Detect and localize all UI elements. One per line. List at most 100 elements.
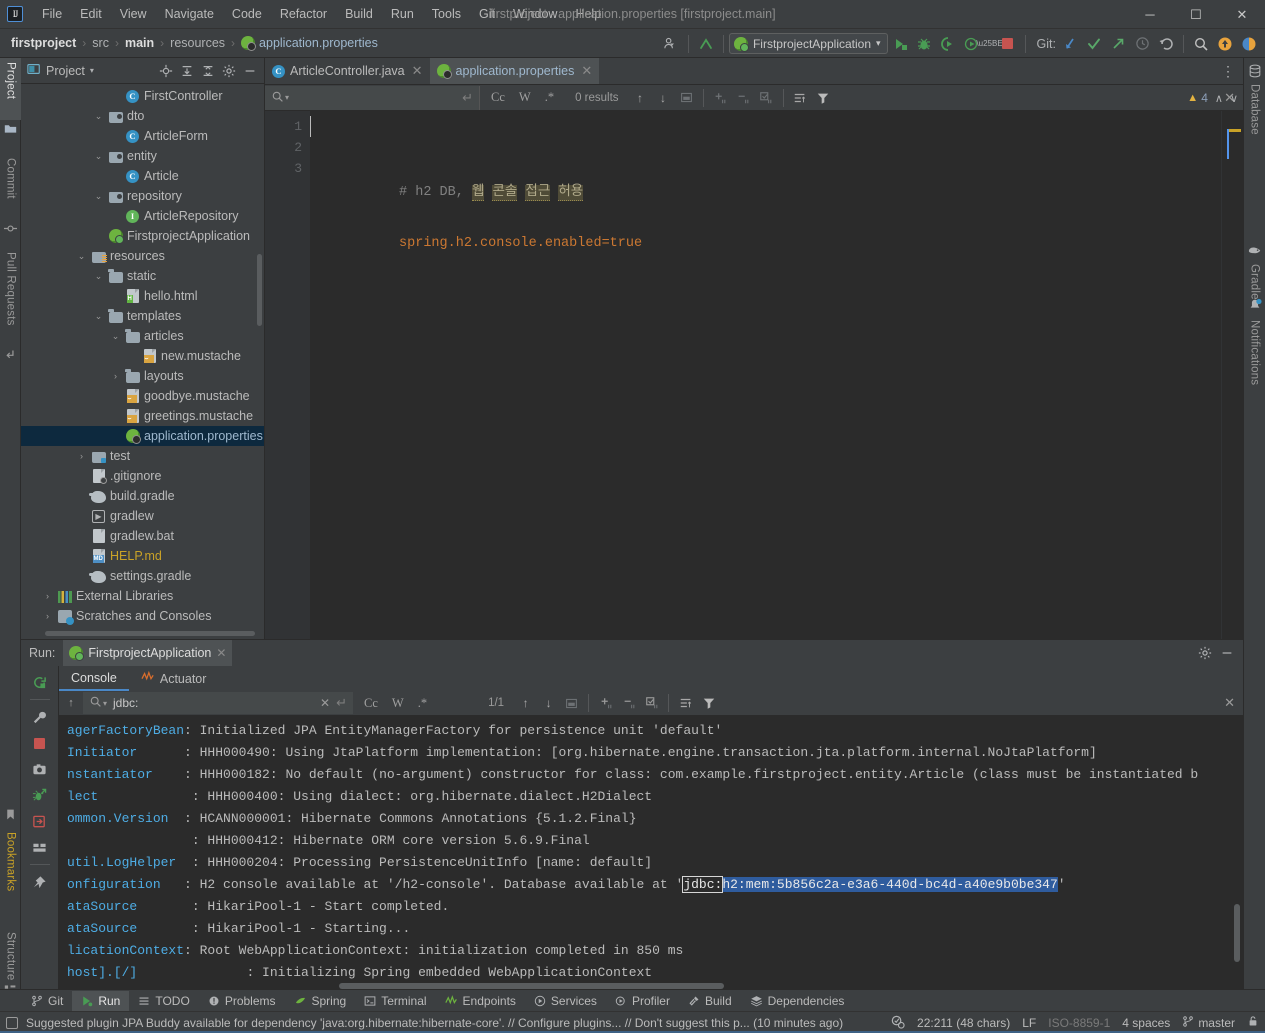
match-case-toggle[interactable]: Cc [357, 694, 385, 713]
breadcrumb-src[interactable]: src [87, 34, 114, 52]
tab-close-icon[interactable]: ✕ [412, 63, 423, 79]
chevron-down-icon[interactable]: ⌄ [76, 251, 87, 262]
run-configuration-selector[interactable]: FirstprojectApplication ▾ [728, 33, 888, 54]
sidebar-item-project[interactable]: Project [0, 58, 21, 120]
expand-all-icon[interactable] [177, 61, 197, 81]
tab-article-controller[interactable]: C ArticleController.java ✕ [265, 58, 430, 84]
profiler-dropdown-icon[interactable]: \u25BE [976, 32, 1002, 56]
inspection-next-icon[interactable]: ∨ [1226, 92, 1238, 105]
whole-words-toggle[interactable]: W [512, 88, 538, 107]
tab-actuator[interactable]: Actuator [129, 666, 219, 691]
tree-item-test[interactable]: › test [21, 446, 264, 466]
remove-occurrence-icon[interactable] [617, 692, 640, 714]
bottom-tab-endpoints[interactable]: Endpoints [436, 991, 525, 1011]
sidebar-item-pull-requests[interactable]: Pull Requests [0, 248, 21, 346]
code-editor[interactable]: 1 2 3 # h2 DB, 웹 콘솔 접근 허용 spring.h2.cons… [265, 91, 1243, 639]
menu-window[interactable]: Window [504, 3, 566, 25]
ide-update-icon[interactable] [1213, 32, 1237, 56]
chevron-down-icon[interactable]: ▾ [90, 66, 94, 75]
tree-item-static[interactable]: ⌄ static [21, 266, 264, 286]
run-tab-firstproject-application[interactable]: FirstprojectApplication ✕ [63, 640, 233, 666]
add-occurrence-icon[interactable] [594, 692, 617, 714]
regex-toggle[interactable]: .* [538, 88, 561, 107]
breadcrumb-main[interactable]: main [120, 34, 159, 52]
menu-refactor[interactable]: Refactor [271, 3, 336, 25]
status-message[interactable]: Suggested plugin JPA Buddy available for… [26, 1016, 843, 1030]
git-commit-icon[interactable] [1082, 32, 1106, 56]
more-options-icon[interactable]: ⋮ [1219, 64, 1237, 78]
thread-dump-icon[interactable] [27, 783, 53, 807]
git-update-icon[interactable] [1058, 32, 1082, 56]
minimize-button[interactable]: ─ [1127, 0, 1173, 29]
menu-edit[interactable]: Edit [71, 3, 111, 25]
git-push-icon[interactable] [1106, 32, 1130, 56]
tree-item-gitignore[interactable]: .gitignore [21, 466, 264, 486]
bottom-tab-todo[interactable]: TODO [129, 991, 198, 1011]
add-occurrence-icon[interactable] [709, 87, 732, 109]
chevron-right-icon[interactable]: › [42, 611, 53, 621]
bottom-tab-git[interactable]: Git [22, 991, 72, 1011]
regex-toggle[interactable]: .* [411, 694, 434, 713]
tree-item-article[interactable]: C Article [21, 166, 264, 186]
chevron-down-icon[interactable]: ▾ [285, 93, 289, 102]
bottom-tab-terminal[interactable]: Terminal [355, 991, 435, 1011]
find-next-button[interactable]: ↓ [652, 87, 675, 109]
bottom-tab-profiler[interactable]: Profiler [606, 991, 679, 1011]
breadcrumb-application-properties[interactable]: application.properties [236, 34, 383, 52]
tab-close-icon[interactable]: ✕ [581, 63, 592, 79]
rollback-icon[interactable] [1154, 32, 1178, 56]
locate-icon[interactable] [156, 61, 176, 81]
maximize-button[interactable]: ☐ [1173, 0, 1219, 29]
bottom-tab-build[interactable]: Build [679, 991, 741, 1011]
sidebar-item-notifications[interactable]: Notifications [1244, 316, 1265, 408]
close-button[interactable]: ✕ [1219, 0, 1265, 29]
screenshot-icon[interactable] [27, 757, 53, 781]
menu-file[interactable]: File [33, 3, 71, 25]
build-arrow-icon[interactable] [694, 32, 718, 56]
reset-search-icon[interactable]: ↵ [336, 695, 347, 711]
tree-item-firstcontroller[interactable]: C FirstController [21, 86, 264, 106]
tree-item-goodbye-mustache[interactable]: ⌣ goodbye.mustache [21, 386, 264, 406]
chevron-down-icon[interactable]: ⌄ [93, 271, 104, 282]
tree-item-entity[interactable]: ⌄ entity [21, 146, 264, 166]
chevron-down-icon[interactable]: ⌄ [93, 311, 104, 322]
tree-item-build-gradle[interactable]: build.gradle [21, 486, 264, 506]
menu-git[interactable]: Git [470, 3, 504, 25]
bottom-tab-services[interactable]: Services [525, 991, 606, 1011]
sidebar-item-database[interactable]: Database [1244, 80, 1265, 152]
console-find-previous-button[interactable]: ↑ [514, 692, 537, 714]
git-branch-widget[interactable]: master [1182, 1015, 1235, 1031]
debug-icon[interactable] [912, 32, 936, 56]
clear-search-icon[interactable]: ✕ [320, 696, 330, 710]
account-icon[interactable] [1237, 32, 1261, 56]
sidebar-item-bookmarks[interactable]: Bookmarks [0, 828, 21, 918]
tree-item-articleform[interactable]: C ArticleForm [21, 126, 264, 146]
menu-tools[interactable]: Tools [423, 3, 470, 25]
remove-occurrence-icon[interactable] [732, 87, 755, 109]
user-settings-icon[interactable] [659, 32, 683, 56]
inspection-prev-icon[interactable]: ∧ [1211, 92, 1223, 105]
console-find-next-button[interactable]: ↓ [537, 692, 560, 714]
indent-setting[interactable]: 4 spaces [1122, 1016, 1170, 1030]
tree-item-dto[interactable]: ⌄ dto [21, 106, 264, 126]
read-only-lock-icon[interactable] [1247, 1014, 1259, 1031]
bottom-tab-problems[interactable]: Problems [199, 991, 285, 1011]
chevron-right-icon[interactable]: › [42, 591, 53, 601]
console-select-all-button[interactable] [560, 692, 583, 714]
tree-item-firstprojectapplication[interactable]: FirstprojectApplication [21, 226, 264, 246]
select-all-occurrences-button[interactable] [675, 87, 698, 109]
stop-icon[interactable] [996, 32, 1020, 56]
tree-item-greetings-mustache[interactable]: ⌣ greetings.mustache [21, 406, 264, 426]
collapse-all-icon[interactable] [198, 61, 218, 81]
filter-icon[interactable] [697, 692, 720, 714]
tree-item-articles[interactable]: ⌄ articles [21, 326, 264, 346]
find-previous-button[interactable]: ↑ [629, 87, 652, 109]
tree-item-gradlew-bat[interactable]: gradlew.bat [21, 526, 264, 546]
pin-icon[interactable] [27, 870, 53, 894]
rerun-icon[interactable] [27, 670, 53, 694]
inspection-widget-icon[interactable] [890, 1014, 905, 1032]
chevron-right-icon[interactable]: › [110, 371, 121, 381]
run-icon[interactable] [888, 32, 912, 56]
export-icon[interactable] [27, 809, 53, 833]
chevron-right-icon[interactable]: › [76, 451, 87, 461]
